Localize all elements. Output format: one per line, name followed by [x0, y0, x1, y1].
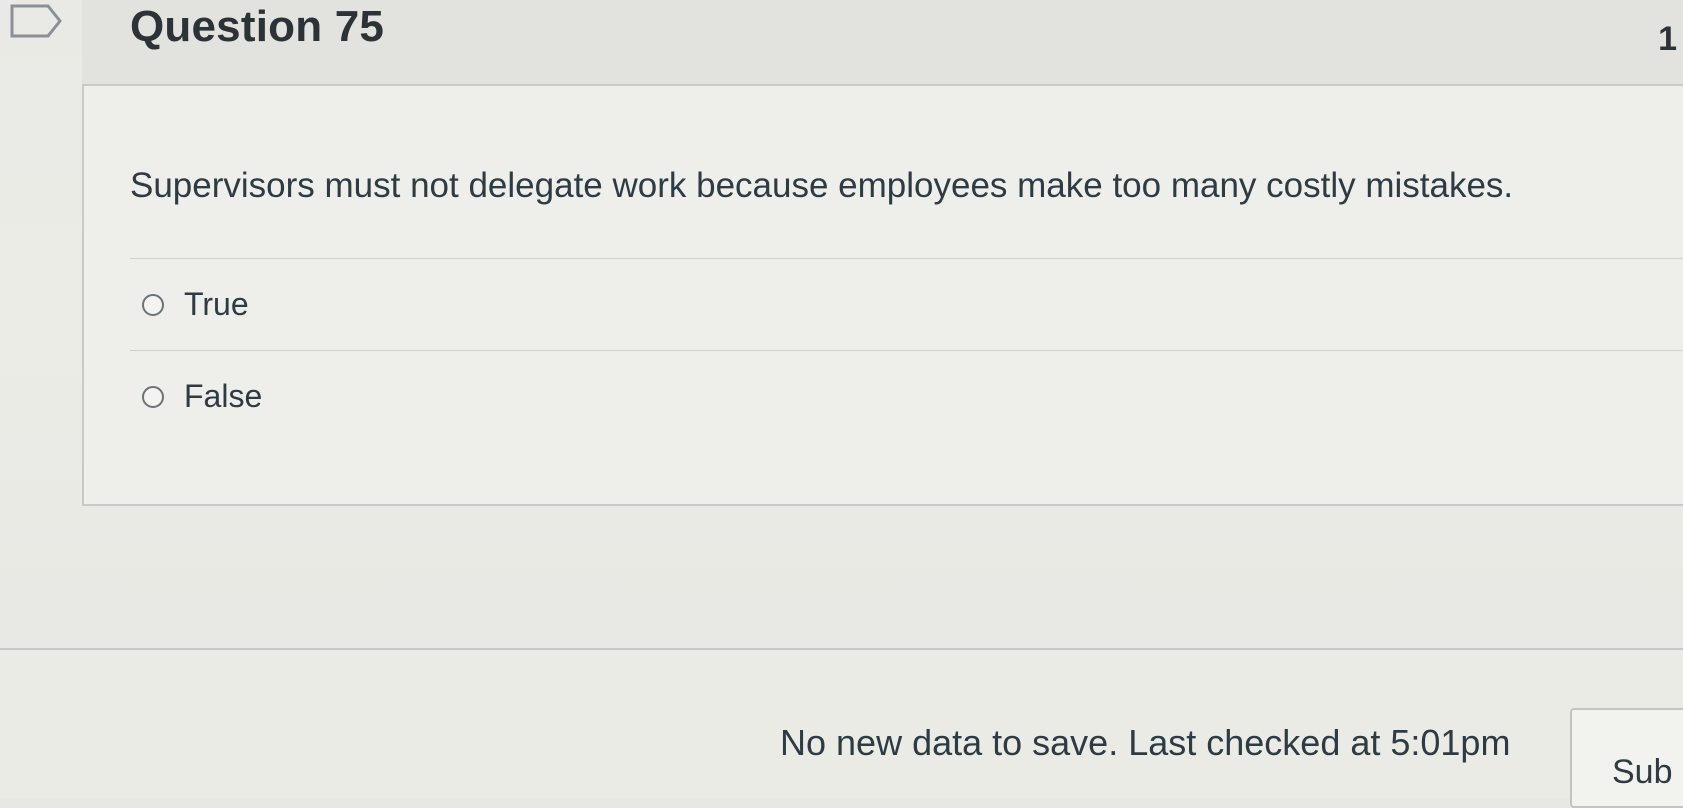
question-text: Supervisors must not delegate work becau…: [130, 166, 1514, 205]
answer-label-true: True: [184, 286, 249, 322]
submit-quiz-button[interactable]: Sub: [1570, 708, 1683, 808]
question-title: Question 75: [130, 2, 385, 51]
question-points: 1: [1658, 20, 1677, 58]
question-header: Question 75 1: [82, 0, 1683, 86]
quiz-page: Question 75 1 Supervisors must not deleg…: [0, 0, 1683, 808]
flag-icon[interactable]: [8, 4, 64, 38]
radio-button-false[interactable]: [142, 385, 164, 408]
save-status-text: No new data to save. Last checked at 5:0…: [780, 722, 1511, 763]
question-body: Supervisors must not delegate work becau…: [82, 86, 1683, 506]
radio-button-true[interactable]: [142, 293, 164, 316]
answer-list: True False: [130, 258, 1683, 442]
answer-option-false[interactable]: False: [130, 350, 1683, 442]
answer-option-true[interactable]: True: [130, 258, 1683, 350]
answer-label-false: False: [184, 378, 263, 414]
